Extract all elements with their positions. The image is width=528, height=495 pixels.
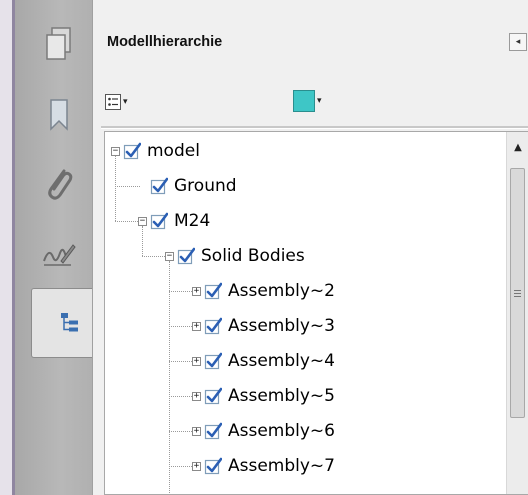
bookmark-icon xyxy=(50,99,68,131)
expand-icon[interactable]: + xyxy=(192,321,201,331)
tree-connector-line xyxy=(169,326,192,327)
tree-node[interactable]: + Assembly~2 xyxy=(192,276,335,306)
vertical-scrollbar[interactable]: ▲ xyxy=(506,132,528,494)
collapse-icon[interactable]: − xyxy=(138,216,147,226)
tree-node-label: Ground xyxy=(174,176,237,196)
background-color-button[interactable]: ▾ xyxy=(293,90,322,112)
collapse-icon[interactable]: − xyxy=(111,146,120,156)
visibility-checkbox-icon[interactable] xyxy=(204,317,223,335)
tree-node[interactable]: − Solid Bodies xyxy=(165,241,305,271)
scrollbar-grip xyxy=(514,296,521,297)
expand-icon[interactable]: + xyxy=(192,286,201,296)
tree-node-label: model xyxy=(147,141,200,161)
visibility-checkbox-icon[interactable] xyxy=(204,422,223,440)
attachments-button[interactable] xyxy=(37,163,81,207)
scrollbar-grip xyxy=(514,290,521,291)
tree-connector-line xyxy=(169,396,192,397)
collapse-arrow-icon: ◂ xyxy=(515,37,521,47)
tree-node[interactable]: + Assembly~7 xyxy=(192,451,335,481)
model-tree-icon xyxy=(60,313,78,332)
attachment-icon xyxy=(48,169,73,200)
tree-connector-line xyxy=(169,466,192,467)
visibility-checkbox-icon[interactable] xyxy=(204,282,223,300)
tree-node[interactable]: − M24 xyxy=(138,206,210,236)
visibility-checkbox-icon[interactable] xyxy=(204,387,223,405)
signatures-button[interactable] xyxy=(37,232,81,276)
toolbar-separator xyxy=(101,126,528,129)
collapse-panel-button[interactable]: ◂ xyxy=(509,33,527,51)
visibility-checkbox-icon[interactable] xyxy=(123,142,142,160)
tree-node-label: M24 xyxy=(174,211,211,231)
visibility-checkbox-icon[interactable] xyxy=(204,352,223,370)
tree-node[interactable]: + Assembly~3 xyxy=(192,311,335,341)
tree-node[interactable]: Ground xyxy=(138,171,237,201)
tree-node[interactable]: − model xyxy=(111,136,200,166)
tree-node-label: Assembly~7 xyxy=(228,456,335,476)
expand-icon[interactable]: + xyxy=(192,356,201,366)
scrollbar-grip xyxy=(514,293,521,294)
expand-icon[interactable]: + xyxy=(192,461,201,471)
scrollbar-thumb[interactable] xyxy=(510,168,525,418)
tree-connector-line xyxy=(169,431,192,432)
expand-icon[interactable]: + xyxy=(192,391,201,401)
visibility-checkbox-icon[interactable] xyxy=(177,247,196,265)
tree-node-label: Assembly~6 xyxy=(228,421,335,441)
tree-node-label: Solid Bodies xyxy=(201,246,305,266)
tree-connector-line xyxy=(169,261,170,494)
scroll-up-icon[interactable]: ▲ xyxy=(507,142,528,158)
options-menu-button[interactable]: ▾ xyxy=(105,94,128,110)
tree-connector-line xyxy=(115,221,138,222)
expand-icon[interactable]: + xyxy=(192,426,201,436)
tree-connector-line xyxy=(169,291,192,292)
collapse-icon[interactable]: − xyxy=(165,251,174,261)
model-hierarchy-panel: Modellhierarchie ◂ ▾ ▾ ▲ − model Ground … xyxy=(92,0,528,495)
tree-node[interactable]: + Assembly~5 xyxy=(192,381,335,411)
signature-icon xyxy=(43,244,76,266)
pages-button[interactable] xyxy=(37,22,81,66)
options-dropdown-icon: ▾ xyxy=(123,97,128,107)
options-list-icon xyxy=(105,94,121,110)
visibility-checkbox-icon[interactable] xyxy=(204,457,223,475)
color-swatch xyxy=(293,90,315,112)
model-tree[interactable]: ▲ − model Ground − M24− Solid Bodies + Ass… xyxy=(104,131,528,495)
panel-title: Modellhierarchie xyxy=(107,34,223,50)
tree-connector-line xyxy=(142,226,143,256)
visibility-checkbox-icon[interactable] xyxy=(150,212,169,230)
tree-node-label: Assembly~3 xyxy=(228,316,335,336)
tree-connector-line xyxy=(115,156,116,221)
tree-node-label: Assembly~2 xyxy=(228,281,335,301)
tree-node-label: Assembly~4 xyxy=(228,351,335,371)
tree-node[interactable]: + Assembly~4 xyxy=(192,346,335,376)
tree-connector-line xyxy=(169,361,192,362)
visibility-checkbox-icon[interactable] xyxy=(150,177,169,195)
pages-icon xyxy=(46,27,71,60)
navigation-rail xyxy=(15,0,107,495)
tree-connector-line xyxy=(115,186,140,187)
tree-connector-line xyxy=(142,256,165,257)
tree-node[interactable]: + Assembly~6 xyxy=(192,416,335,446)
bookmarks-button[interactable] xyxy=(37,93,81,137)
tree-node-label: Assembly~5 xyxy=(228,386,335,406)
color-dropdown-icon: ▾ xyxy=(317,96,322,106)
